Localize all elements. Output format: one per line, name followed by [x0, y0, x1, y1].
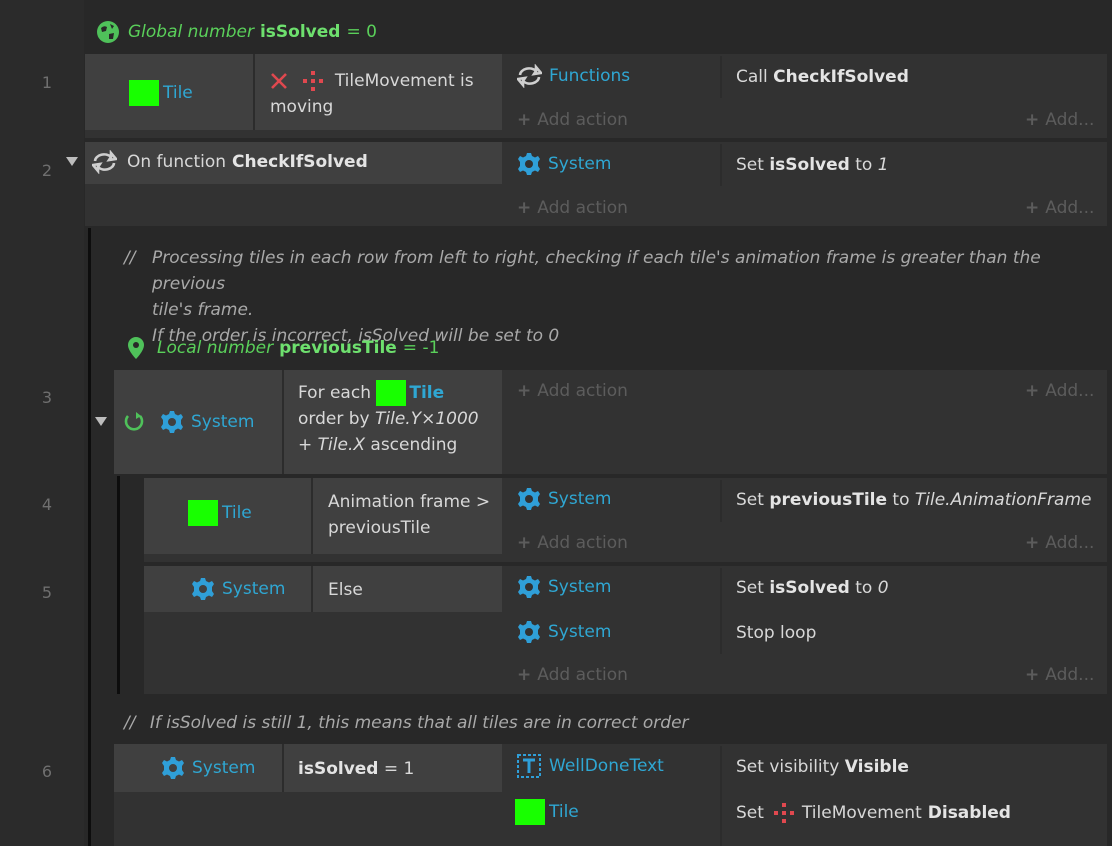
event-4-action-object[interactable]: System [517, 487, 611, 511]
add-more-button[interactable]: + Add... [1025, 381, 1094, 401]
event-3-condition-text[interactable]: For each Tile order by Tile.Y×1000 + Til… [298, 380, 498, 458]
triangle-collapse-icon[interactable] [95, 417, 107, 426]
event-6-condition-object[interactable]: System [161, 756, 255, 780]
divider [311, 566, 313, 612]
text-object-icon [517, 754, 541, 778]
movement-icon [773, 803, 794, 823]
pin-icon [128, 337, 144, 359]
gear-icon [162, 757, 184, 779]
row-number: 5 [41, 583, 53, 602]
local-variable-name: previousTile [279, 338, 397, 358]
movement-icon [303, 71, 324, 91]
divider [720, 568, 722, 654]
event-3-condition-object[interactable]: System [123, 410, 254, 434]
tile-swatch-icon [188, 500, 218, 526]
globe-icon [97, 21, 119, 43]
local-variable-row[interactable]: Local number previousTile = -1 [126, 335, 439, 361]
divider [282, 744, 284, 792]
gear-icon [161, 411, 183, 433]
event-4-condition-text[interactable]: Animation frame > previousTile [328, 489, 490, 541]
gear-icon [518, 153, 540, 175]
row-number: 4 [41, 495, 53, 514]
event-5-action-1-text[interactable]: Set isSolved to 0 [736, 578, 889, 598]
divider [311, 478, 313, 554]
event-1-action-object[interactable]: Functions [517, 64, 630, 88]
gear-icon [518, 576, 540, 598]
event-5-action-2-text[interactable]: Stop loop [736, 623, 816, 643]
comment-1[interactable]: // Processing tiles in each row from lef… [124, 245, 1104, 349]
divider [720, 144, 722, 186]
divider [720, 56, 722, 98]
add-action-button[interactable]: + Add action [517, 381, 628, 401]
add-more-button[interactable]: + Add... [1025, 198, 1094, 218]
add-action-button[interactable]: + Add action [517, 533, 628, 553]
event-2-action-object[interactable]: System [517, 152, 611, 176]
comment-2[interactable]: // If isSolved is still 1, this means th… [124, 713, 689, 733]
gear-icon [518, 621, 540, 643]
scope-line [117, 476, 120, 694]
gear-icon [192, 578, 214, 600]
divider [253, 54, 255, 130]
divider [720, 480, 722, 522]
add-more-button[interactable]: + Add... [1025, 533, 1094, 553]
event-6-action-2-text[interactable]: Set TileMovement Disabled [736, 803, 1011, 823]
global-variable-name: isSolved [259, 22, 341, 42]
row-number-gutter [0, 0, 84, 846]
local-variable-value: = -1 [402, 338, 440, 358]
event-1-condition-text[interactable]: TileMovement is moving [270, 68, 495, 120]
event-5-action-1-object[interactable]: System [517, 575, 611, 599]
event-5-condition-text[interactable]: Else [328, 580, 363, 600]
event-6-condition-text[interactable]: isSolved = 1 [298, 759, 414, 779]
add-more-button[interactable]: + Add... [1025, 110, 1094, 130]
global-variable-row[interactable]: Global number isSolved = 0 [96, 19, 377, 45]
row-number: 1 [41, 73, 53, 92]
event-2-trigger-text[interactable]: On function CheckIfSolved [92, 150, 368, 174]
event-5-action-2-object[interactable]: System [517, 620, 611, 644]
divider [282, 370, 284, 474]
tile-swatch-icon [515, 799, 545, 825]
add-more-button[interactable]: + Add... [1025, 665, 1094, 685]
event-6-action-1-text[interactable]: Set visibility Visible [736, 757, 909, 777]
loop-icon [92, 150, 117, 174]
tile-swatch-icon [129, 80, 159, 106]
row-number: 6 [41, 762, 53, 781]
event-5-condition-object[interactable]: System [191, 577, 285, 601]
event-1-action-text[interactable]: Call CheckIfSolved [736, 67, 909, 87]
gear-icon [518, 488, 540, 510]
triangle-collapse-icon[interactable] [66, 157, 78, 166]
global-variable-value: = 0 [346, 22, 377, 42]
add-action-button[interactable]: + Add action [517, 198, 628, 218]
row-number: 3 [41, 388, 53, 407]
x-icon [271, 73, 287, 89]
tile-swatch-icon [376, 380, 407, 406]
global-variable-prefix: Global number [128, 22, 254, 42]
event-2-action-text[interactable]: Set isSolved to 1 [736, 155, 889, 175]
event-4-action-text[interactable]: Set previousTile to Tile.AnimationFrame [736, 490, 1091, 510]
row-number: 2 [41, 161, 53, 180]
add-action-button[interactable]: + Add action [517, 110, 628, 130]
event-1-condition-object[interactable]: Tile [129, 80, 193, 106]
add-action-button[interactable]: + Add action [517, 665, 628, 685]
event-6-action-1-object[interactable]: WellDoneText [517, 754, 664, 778]
scope-line [88, 228, 91, 846]
divider [720, 746, 722, 846]
event-6-action-2-object[interactable]: Tile [515, 799, 579, 825]
event-4-condition-object[interactable]: Tile [188, 500, 252, 526]
local-variable-prefix: Local number [157, 338, 274, 358]
loop-icon [517, 64, 542, 88]
loop-icon [124, 412, 144, 431]
